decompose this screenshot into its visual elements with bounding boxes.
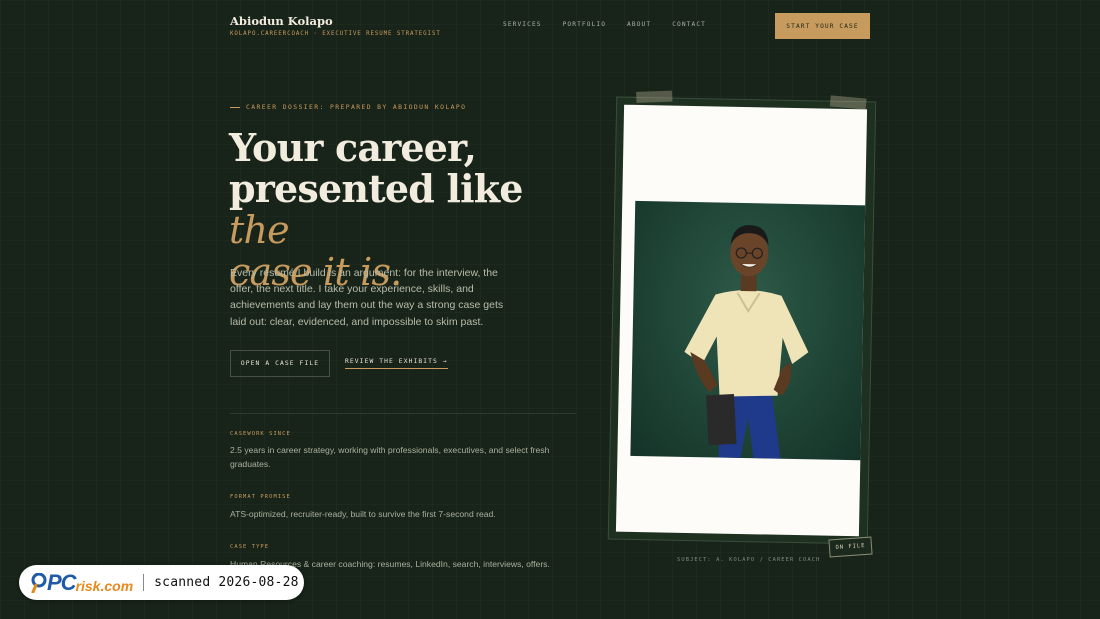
fact-text-format: ATS-optimized, recruiter-ready, built to… [230, 509, 496, 519]
kicker-dash [230, 106, 240, 108]
badge-separator [143, 574, 145, 591]
nav-about[interactable]: ABOUT [627, 21, 651, 28]
logo-pc: PC [47, 569, 77, 595]
scan-watermark-badge: PC risk.com scanned 2026-08-28 [19, 565, 304, 600]
hero-lead: Every résumé I build is an argument: for… [230, 267, 504, 328]
brand-tagline: KOLAPO.CAREERCOACH · EXECUTIVE RESUME ST… [230, 31, 441, 37]
nav-portfolio[interactable]: PORTFOLIO [563, 21, 606, 28]
facts-divider [230, 413, 576, 414]
portrait-photo [630, 200, 866, 461]
headline-line2: presented like [229, 166, 523, 211]
start-case-button[interactable]: START YOUR CASE [775, 13, 870, 39]
pcrisk-logo: PC risk.com [31, 570, 133, 596]
nav-contact[interactable]: CONTACT [672, 21, 706, 28]
fact-label-case-type: CASE TYPE [230, 544, 270, 550]
magnifier-icon [31, 572, 47, 593]
review-exhibits-link[interactable]: REVIEW THE EXHIBITS → [345, 358, 448, 369]
fact-label-format: FORMAT PROMISE [230, 494, 291, 500]
hero-kicker: CAREER DOSSIER: PREPARED BY ABIODUN KOLA… [230, 103, 466, 111]
brand-name[interactable]: Abiodun Kolapo [230, 14, 333, 28]
fact-text-casework: 2.5 years in career strategy, working wi… [230, 445, 550, 469]
photo-paper [615, 104, 868, 537]
photo-caption: SUBJECT: A. KOLAPO / CAREER COACH [677, 557, 821, 563]
nav-services[interactable]: SERVICES [503, 21, 542, 28]
fact-label-casework: CASEWORK SINCE [230, 431, 291, 437]
photo-card [607, 90, 877, 545]
portrait-illustration [684, 225, 809, 459]
scan-date-text: scanned 2026-08-28 [154, 575, 299, 590]
open-case-file-button[interactable]: OPEN A CASE FILE [230, 350, 330, 377]
tape-left [636, 90, 673, 103]
headline-accent-the: the [229, 208, 290, 252]
main-nav: SERVICES PORTFOLIO ABOUT CONTACT [503, 21, 706, 28]
on-file-stamp: ON FILE [828, 536, 873, 558]
kicker-text: CAREER DOSSIER: PREPARED BY ABIODUN KOLA… [246, 103, 467, 111]
logo-risk: risk.com [75, 577, 134, 594]
headline-line1: Your career, [229, 125, 477, 170]
